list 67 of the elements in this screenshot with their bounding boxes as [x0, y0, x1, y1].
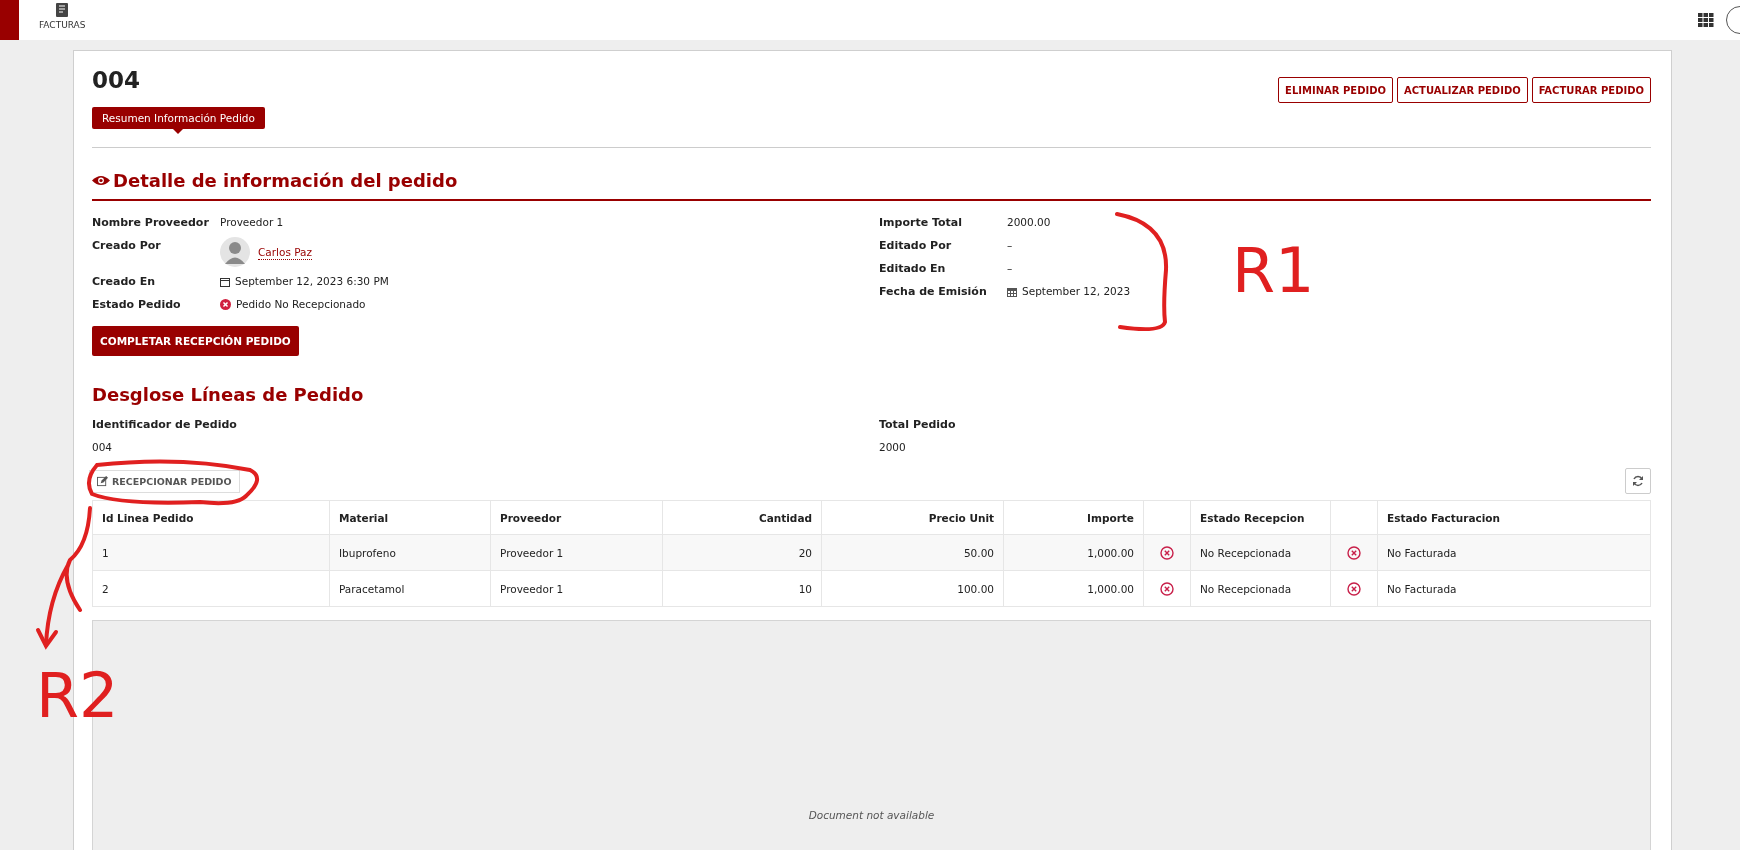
field-label: Creado En: [92, 274, 156, 290]
table-cell: No Recepcionada: [1190, 570, 1331, 607]
refresh-button[interactable]: [1625, 468, 1651, 494]
table-cell: No Facturada: [1377, 570, 1651, 607]
receive-order-button[interactable]: RECEPCIONAR PEDIDO: [89, 469, 240, 493]
annotation-label: R1: [1232, 240, 1315, 302]
field-label: Importe Total: [879, 215, 963, 231]
table-cell: Proveedor 1: [490, 570, 663, 607]
column-header: Material: [329, 500, 491, 535]
document-message: Document not available: [808, 809, 935, 821]
invoices-module-link[interactable]: FACTURAS: [39, 2, 86, 30]
field-label: Estado Pedido: [92, 297, 182, 313]
order-title: 004: [92, 67, 141, 93]
calendar-icon: [220, 276, 230, 287]
column-header: Estado Recepcion: [1190, 500, 1331, 535]
field-label: Identificador de Pedido: [92, 417, 238, 433]
column-header: Cantidad: [662, 500, 822, 535]
table-cell: 1: [92, 534, 330, 571]
field-label: Total Pedido: [879, 417, 957, 433]
action-button[interactable]: ACTUALIZAR PEDIDO: [1397, 77, 1528, 103]
field-value: Proveedor 1: [220, 215, 284, 230]
field-label: Fecha de Emisión: [879, 284, 988, 300]
refresh-icon: [1632, 475, 1644, 487]
field-label: Nombre Proveedor: [92, 215, 210, 231]
table-cell: 10: [662, 570, 822, 607]
table-cell: 20: [662, 534, 822, 571]
field-value: –: [1007, 261, 1013, 276]
brand-strip: [0, 0, 19, 40]
field-value: 004: [92, 440, 114, 455]
column-header: Precio Unit: [821, 500, 1004, 535]
table-cell: 100.00: [821, 570, 1004, 607]
column-header: Proveedor: [490, 500, 663, 535]
action-button[interactable]: FACTURAR PEDIDO: [1531, 77, 1651, 103]
annotation-label: R2: [36, 665, 119, 727]
section-heading: Desglose Líneas de Pedido: [92, 384, 365, 405]
table-cell: Paracetamol: [329, 570, 491, 607]
action-button[interactable]: ELIMINAR PEDIDO: [1278, 77, 1393, 103]
column-header: Id Linea Pedido: [92, 500, 330, 535]
error-circle-icon: [220, 299, 231, 310]
field-label: Editado Por: [879, 238, 953, 254]
table-cell: No Recepcionada: [1190, 534, 1331, 571]
field-value: 2000.00: [1007, 215, 1051, 230]
field-value: September 12, 2023: [1022, 284, 1131, 299]
complete-reception-button[interactable]: COMPLETAR RECEPCIÓN PEDIDO: [92, 326, 299, 356]
field-label: Editado En: [879, 261, 947, 277]
table-cell: Ibuprofeno: [329, 534, 491, 571]
table-cell: 1,000.00: [1003, 570, 1144, 607]
table-cell: 1,000.00: [1003, 534, 1144, 571]
field-value: –: [1007, 238, 1013, 253]
table-cell: No Facturada: [1377, 534, 1651, 571]
user-link[interactable]: Carlos Paz: [258, 244, 313, 260]
field-value: Pedido No Recepcionado: [236, 297, 366, 312]
edit-icon: [97, 475, 108, 487]
eye-icon: [92, 175, 110, 186]
table-cell: 2: [92, 570, 330, 607]
field-label: Creado Por: [92, 238, 162, 254]
table-cell: Proveedor 1: [490, 534, 663, 571]
section-heading: Detalle de información del pedido: [92, 170, 1651, 191]
field-value: 2000: [879, 440, 907, 455]
calendar-icon: [1007, 286, 1017, 297]
person-silhouette-icon: [220, 237, 250, 267]
table-cell: 50.00: [821, 534, 1004, 571]
tab-pointer-icon: [173, 129, 184, 134]
field-value: September 12, 2023 6:30 PM: [235, 274, 389, 289]
apps-grid-icon[interactable]: [1698, 13, 1714, 27]
column-header: Estado Facturacion: [1377, 500, 1651, 535]
column-header: Importe: [1003, 500, 1144, 535]
